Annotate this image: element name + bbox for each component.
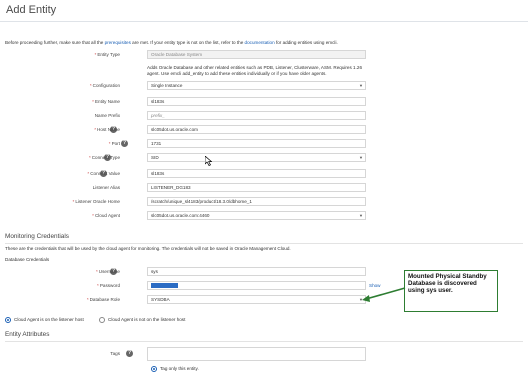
intro-middle: are met. If your entity type is not on t… xyxy=(130,40,245,45)
configuration-label: *Configuration xyxy=(89,83,120,88)
entity-name-label: *Entity Name xyxy=(92,99,120,104)
host-name-input[interactable]: slc05dot.us.oracle.com xyxy=(147,125,366,134)
password-masked-value xyxy=(151,282,178,288)
name-prefix-row: Name Prefix prefix_ xyxy=(0,111,528,121)
help-icon[interactable]: ? xyxy=(126,350,133,357)
entity-type-row: *Entity Type Oracle Database System xyxy=(0,50,528,60)
username-input[interactable]: sys xyxy=(147,267,366,276)
entity-type-label: *Entity Type xyxy=(94,52,120,57)
database-credentials-heading: Database Credentials xyxy=(5,257,50,262)
configuration-select[interactable]: Single Instance ▼ xyxy=(147,81,366,90)
connect-value-row: ? *Connect Value sl183s xyxy=(0,169,528,179)
entity-type-note: Adds Oracle Database and other related e… xyxy=(147,65,362,76)
attributes-divider xyxy=(5,341,523,342)
intro-before: Before proceeding further, make sure tha… xyxy=(5,40,105,45)
name-prefix-label: Name Prefix xyxy=(94,113,120,118)
help-icon[interactable]: ? xyxy=(121,140,128,147)
configuration-row: *Configuration Single Instance ▼ xyxy=(0,81,528,91)
prerequisites-link[interactable]: prerequisites xyxy=(105,40,131,45)
cloud-agent-row: *Cloud Agent slc05dot.us.oracle.com:4460… xyxy=(0,211,528,221)
connect-value-label: *Connect Value xyxy=(87,171,120,176)
documentation-link[interactable]: documentation xyxy=(245,40,275,45)
listener-home-label: *Listener Oracle Home xyxy=(72,199,120,204)
radio-agent-not-on-listener-label: Cloud Agent is not on the listener host xyxy=(108,317,186,322)
attributes-section-title: Entity Attributes xyxy=(5,331,50,338)
password-label: *Password xyxy=(97,283,120,288)
entity-name-row: *Entity Name sl183s xyxy=(0,97,528,107)
port-input[interactable]: 1731 xyxy=(147,139,366,148)
port-label: *Port xyxy=(108,141,120,146)
listener-alias-input[interactable]: LISTENER_DG183 xyxy=(147,183,366,192)
connect-type-select[interactable]: SID ▼ xyxy=(147,153,366,162)
listener-home-input[interactable]: /scratch/unique_sl4183/product/18.3.0/db… xyxy=(147,197,366,206)
radio-tag-only-entity[interactable] xyxy=(151,366,157,372)
annotation-arrow xyxy=(362,287,406,302)
listener-home-row: *Listener Oracle Home /scratch/unique_sl… xyxy=(0,197,528,207)
intro-text: Before proceeding further, make sure tha… xyxy=(5,40,338,45)
cloud-agent-select[interactable]: slc05dot.us.oracle.com:4460 ▼ xyxy=(147,211,366,220)
cloud-agent-label: *Cloud Agent xyxy=(92,213,120,218)
name-prefix-input[interactable]: prefix_ xyxy=(147,111,366,120)
radio-agent-not-on-listener[interactable] xyxy=(99,317,105,323)
title-divider xyxy=(0,21,528,22)
database-role-label: *Database Role xyxy=(86,297,120,302)
radio-agent-on-listener-label: Cloud Agent is on the listener host xyxy=(14,317,84,322)
database-role-select[interactable]: SYSDBA ▼ xyxy=(147,295,366,304)
listener-alias-row: Listener Alias LISTENER_DG183 xyxy=(0,183,528,193)
monitoring-section-title: Monitoring Credentials xyxy=(5,233,69,240)
entity-type-field: Oracle Database System xyxy=(147,50,366,59)
page-title: Add Entity xyxy=(6,4,57,16)
port-row: ? *Port 1731 xyxy=(0,139,528,149)
listener-alias-label: Listener Alias xyxy=(92,185,120,190)
connect-value-input[interactable]: sl183s xyxy=(147,169,366,178)
chevron-down-icon: ▼ xyxy=(359,155,363,160)
chevron-down-icon: ▼ xyxy=(359,213,363,218)
entity-name-input[interactable]: sl183s xyxy=(147,97,366,106)
intro-after: for adding entities using emcli. xyxy=(274,40,338,45)
connect-type-label: *Connect Type xyxy=(88,155,120,160)
chevron-down-icon: ▼ xyxy=(359,83,363,88)
host-name-row: ? *Host Name slc05dot.us.oracle.com xyxy=(0,125,528,135)
host-name-label: *Host Name xyxy=(94,127,120,132)
connect-type-row: ? *Connect Type SID ▼ xyxy=(0,153,528,163)
username-label: *Username xyxy=(96,269,120,274)
radio-agent-on-listener[interactable] xyxy=(5,317,11,323)
radio-tag-only-entity-label: Tag only this entity. xyxy=(160,366,199,371)
monitoring-description: These are the credentials that will be u… xyxy=(5,246,291,251)
mouse-cursor-icon xyxy=(205,156,212,166)
tags-input[interactable] xyxy=(147,347,366,361)
password-input[interactable] xyxy=(147,281,366,290)
annotation-callout: Mounted Physical Standby Database is dis… xyxy=(404,270,498,312)
monitoring-divider xyxy=(5,243,523,244)
tags-label: Tags xyxy=(110,351,120,356)
